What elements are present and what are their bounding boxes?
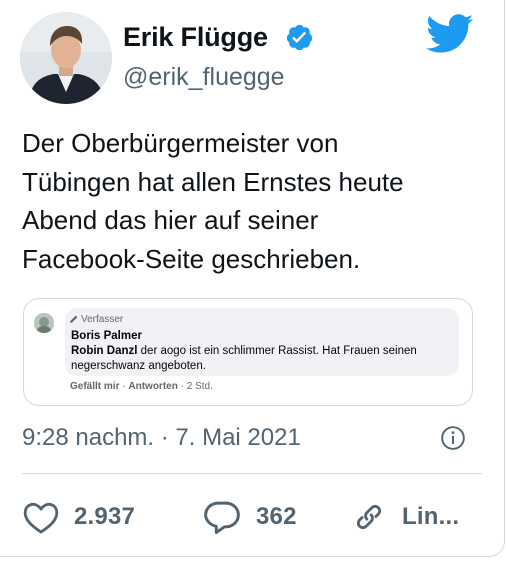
like-count: 2.937	[74, 503, 136, 530]
author-handle[interactable]: @erik_fluegge	[123, 60, 285, 94]
separator: ·	[180, 381, 184, 392]
verified-badge-icon	[286, 24, 313, 51]
twitter-bird-icon[interactable]	[426, 13, 474, 55]
divider	[22, 473, 482, 474]
info-icon[interactable]	[440, 425, 466, 451]
heart-icon	[23, 502, 59, 534]
comment-actions: Gefällt mir · Antworten · 2 Std.	[70, 380, 213, 394]
comment-time: 2 Std.	[186, 381, 213, 392]
copy-link-button[interactable]: Lin...	[350, 497, 459, 537]
reply-link: Antworten	[128, 381, 178, 392]
like-button[interactable]: 2.937	[22, 497, 135, 537]
tweet-text: Der Oberbürgermeister von Tübingen hat a…	[22, 128, 404, 274]
reply-author: Robin Danzl	[71, 345, 138, 357]
reply-button[interactable]: 362	[202, 497, 297, 537]
copy-link-label: Lin...	[402, 503, 460, 530]
tweet-timestamp[interactable]: 9:28 nachm. · 7. Mai 2021	[22, 423, 301, 453]
comment-author: Boris Palmer	[71, 330, 142, 342]
comment-bubble: Verfasser Boris Palmer Robin Danzl der a…	[65, 308, 459, 376]
reply-bubble-icon	[204, 501, 240, 535]
comment-body: Robin Danzl der aogo ist ein schlimmer R…	[71, 344, 455, 374]
commenter-avatar	[34, 313, 54, 333]
author-name[interactable]: Erik Flügge	[123, 20, 268, 54]
link-icon	[356, 504, 382, 530]
author-photo	[20, 12, 112, 104]
pencil-icon	[70, 315, 78, 323]
author-avatar[interactable]	[20, 12, 112, 104]
like-link: Gefällt mir	[70, 381, 120, 392]
tweet-card: Erik Flügge @erik_fluegge Der Oberbürger…	[0, 0, 505, 557]
embedded-screenshot[interactable]: Verfasser Boris Palmer Robin Danzl der a…	[23, 298, 473, 406]
author-tag: Verfasser	[81, 314, 124, 325]
reply-count: 362	[256, 503, 297, 530]
separator: ·	[122, 381, 126, 392]
